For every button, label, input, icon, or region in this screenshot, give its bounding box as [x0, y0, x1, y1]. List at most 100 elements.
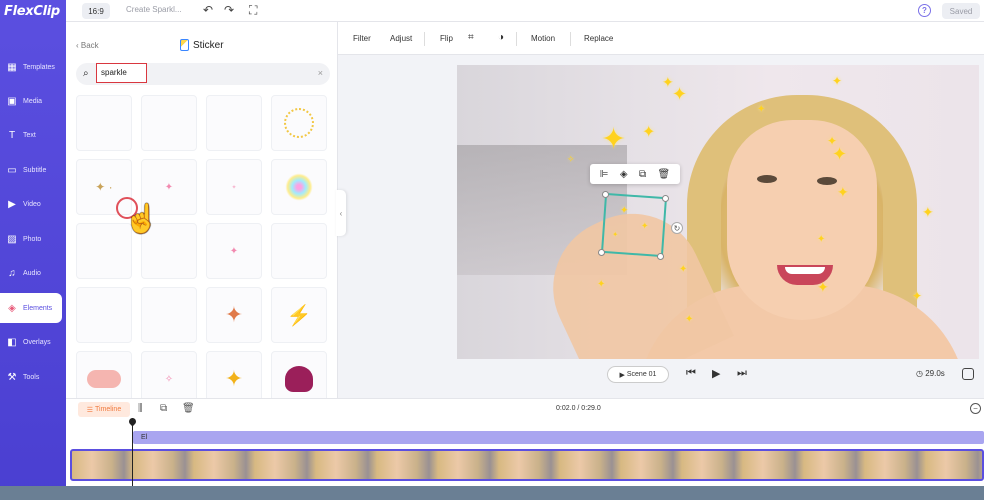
align-icon[interactable]: ⊫ — [600, 169, 609, 180]
previous-icon[interactable]: ⏮ — [686, 367, 696, 380]
sparkle: ✦ — [597, 279, 606, 290]
duplicate-icon[interactable]: ⧉ — [160, 403, 167, 414]
sticker-item[interactable] — [141, 95, 197, 151]
element-float-toolbar: ⊫ ◈ ⧉ 🗑 — [590, 164, 680, 184]
sticker-item[interactable] — [271, 95, 327, 151]
layer-icon[interactable]: ◈ — [620, 169, 628, 180]
rail-item-subtitle[interactable]: ▭ Subtitle — [0, 155, 66, 185]
media-icon: ▣ — [7, 95, 17, 107]
collapse-panel-button[interactable]: ‹ — [336, 190, 346, 236]
rail-item-media[interactable]: ▣ Media — [0, 86, 66, 116]
text-icon: T — [8, 129, 16, 141]
rail-item-label: Templates — [23, 63, 55, 71]
tools-icon: ⚒ — [7, 371, 17, 383]
selected-sticker-box[interactable]: ✦ ✦ ✦ — [600, 192, 668, 258]
rail-item-photo[interactable]: ▨ Photo — [0, 224, 66, 254]
sticker-item[interactable] — [76, 95, 132, 151]
rail-item-elements[interactable]: ◈ Elements — [0, 293, 62, 323]
filter-button[interactable]: Filter — [353, 34, 371, 43]
help-icon[interactable]: ? — [918, 4, 931, 17]
gold-star-sticker: ✦ — [224, 366, 244, 391]
playhead[interactable] — [132, 418, 133, 488]
audio-icon: ♫ — [8, 267, 16, 279]
sparkle-sticker: ✧ — [164, 373, 174, 385]
crop-icon[interactable]: ⌗ — [468, 32, 474, 43]
divider — [516, 32, 517, 46]
confetti-sticker — [282, 172, 316, 202]
panel-title: Sticker — [180, 39, 224, 51]
sticker-item[interactable] — [76, 287, 132, 343]
redo-icon[interactable]: ↷ — [224, 3, 234, 17]
rail-item-video[interactable]: ▶ Video — [0, 189, 66, 219]
duration-display[interactable]: ◷ 29.0s — [916, 369, 945, 378]
saved-button[interactable]: Saved — [942, 3, 980, 19]
video-track-clip[interactable] — [70, 449, 984, 481]
sparkle: ✦ — [817, 279, 829, 295]
sticker-item[interactable] — [271, 351, 327, 398]
sticker-track-clip[interactable]: El — [133, 431, 984, 444]
fullscreen-icon[interactable]: ⛶ — [249, 3, 257, 18]
eye — [817, 177, 837, 185]
sticker-panel: ‹ Back Sticker ⌕ sparkle × ✦ · ✦ ✦ ✦ ✦ ⚡… — [66, 22, 338, 398]
sticker-item[interactable]: ✦ — [206, 223, 262, 279]
rotate-icon[interactable]: ↻ — [671, 222, 683, 234]
rail-item-label: Elements — [23, 304, 53, 312]
resize-handle[interactable] — [602, 191, 609, 198]
sticker-item[interactable]: ✦ — [206, 159, 262, 215]
sparkle: ✦ — [832, 144, 848, 164]
back-button[interactable]: ‹ Back — [76, 41, 99, 50]
pig-sticker — [87, 370, 121, 388]
aspect-ratio-button[interactable]: 16:9 — [82, 3, 110, 19]
hand-cursor-icon: ☝ — [124, 203, 159, 234]
delete-icon[interactable]: 🗑 — [658, 169, 671, 180]
split-icon[interactable]: ⫼ — [138, 403, 143, 414]
rail-item-overlays[interactable]: ◧ Overlays — [0, 327, 66, 357]
poop-sticker — [285, 366, 313, 392]
timeline-time: 0:02.0 / 0:29.0 — [556, 405, 601, 412]
sticker-item[interactable] — [76, 351, 132, 398]
video-canvas[interactable]: ✦ ✦ ✦ ✦ ✦ ✦ ✦ ✦ ✦ ✦ ✦ ✦ ✦ ✦ ✦ ✦ ✧ — [457, 65, 979, 359]
contrast-icon[interactable]: ◑ — [498, 32, 504, 43]
adjust-button[interactable]: Adjust — [390, 34, 412, 43]
resize-handle[interactable] — [598, 249, 605, 256]
resize-handle[interactable] — [662, 195, 669, 202]
motion-button[interactable]: Motion — [531, 34, 555, 43]
subtitle-icon: ▭ — [7, 164, 17, 176]
sticker-item[interactable] — [271, 223, 327, 279]
sticker-item[interactable] — [141, 287, 197, 343]
duplicate-icon[interactable]: ⧉ — [639, 169, 646, 180]
scene-selector[interactable]: ▶ Scene 01 — [607, 366, 669, 383]
sticker-item[interactable]: ✦ — [206, 351, 262, 398]
next-icon[interactable]: ⏭ — [737, 367, 747, 380]
delete-icon[interactable]: 🗑 — [182, 403, 195, 414]
sparkle: ✦ — [817, 234, 826, 245]
play-icon[interactable]: ▶ — [712, 367, 720, 380]
timeline-button[interactable]: ☰ Timeline — [78, 402, 130, 417]
sticker-item[interactable] — [206, 95, 262, 151]
rail-item-tools[interactable]: ⚒ Tools — [0, 362, 66, 392]
four-point-star-sticker: ✦ — [224, 302, 244, 327]
sticker-item[interactable]: ✧ — [141, 351, 197, 398]
zoom-out-icon[interactable]: − — [970, 403, 981, 414]
rail-item-text[interactable]: T Text — [0, 120, 66, 150]
fullscreen-preview-icon[interactable] — [962, 368, 974, 380]
rail-item-audio[interactable]: ♫ Audio — [0, 258, 66, 288]
rail-item-templates[interactable]: ▦ Templates — [0, 52, 66, 82]
flip-button[interactable]: Flip — [440, 34, 453, 43]
project-name-input[interactable]: Create Sparkl... — [126, 5, 182, 14]
rail-item-label: Media — [23, 97, 43, 105]
replace-button[interactable]: Replace — [584, 34, 613, 43]
clear-search-icon[interactable]: × — [318, 68, 323, 78]
resize-handle[interactable] — [657, 253, 664, 260]
divider — [424, 32, 425, 46]
search-input[interactable]: sparkle — [96, 63, 147, 83]
photo-icon: ▨ — [7, 233, 17, 245]
sticker-item[interactable]: ⚡ — [271, 287, 327, 343]
undo-icon[interactable]: ↶ — [203, 3, 213, 17]
sticker-item[interactable] — [271, 159, 327, 215]
elements-icon: ◈ — [8, 302, 16, 314]
rail-item-label: Video — [23, 200, 41, 208]
sticker-item[interactable]: ✦ — [206, 287, 262, 343]
sticker-icon — [180, 39, 189, 51]
panel-title-text: Sticker — [193, 39, 224, 51]
